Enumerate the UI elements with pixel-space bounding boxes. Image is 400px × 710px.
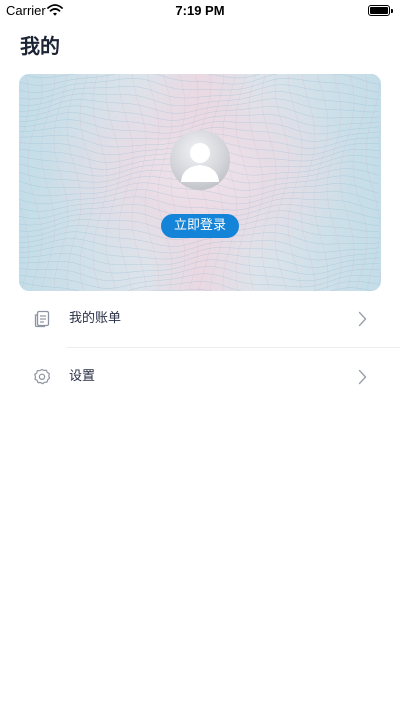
menu-item-settings[interactable]: 设置 — [33, 348, 367, 406]
avatar[interactable] — [170, 130, 230, 190]
profile-card: 立即登录 — [19, 74, 381, 291]
menu-item-my-bills[interactable]: 我的账单 — [33, 290, 400, 348]
gear-icon — [34, 368, 51, 385]
user-silhouette-icon — [181, 143, 219, 182]
menu-item-label: 设置 — [69, 369, 96, 384]
menu-item-label: 我的账单 — [69, 311, 122, 326]
chevron-right-icon — [358, 311, 367, 327]
bill-document-icon — [34, 310, 50, 328]
status-bar: Carrier 7:19 PM — [0, 0, 400, 22]
battery-icon — [368, 5, 393, 16]
login-button[interactable]: 立即登录 — [161, 214, 239, 238]
status-time: 7:19 PM — [175, 3, 225, 18]
chevron-right-icon — [358, 369, 367, 385]
page-title: 我的 — [20, 34, 60, 58]
